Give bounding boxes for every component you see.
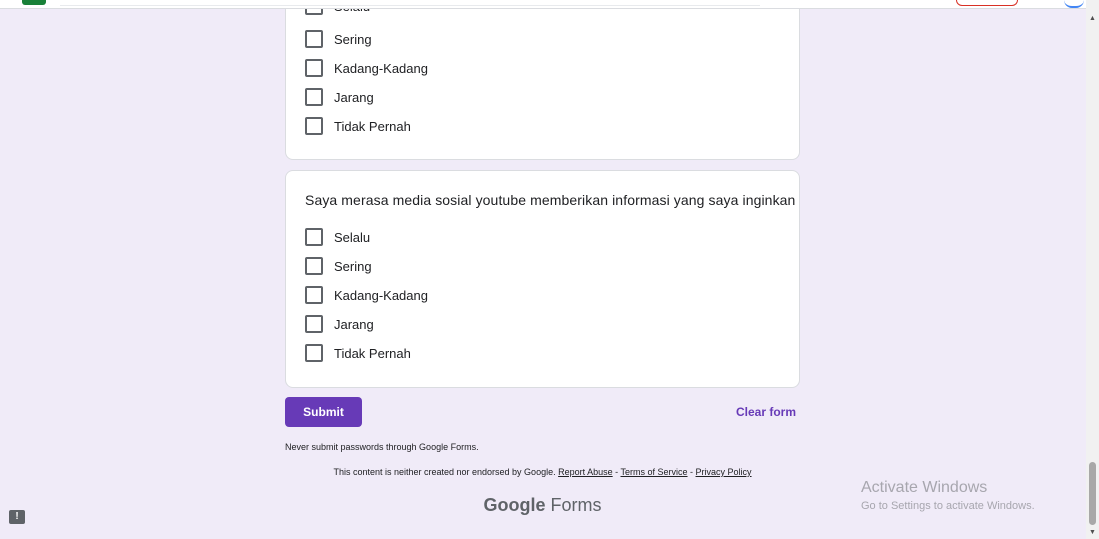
option-kadang-kadang[interactable]: Kadang-Kadang	[305, 285, 428, 305]
option-label: Sering	[334, 258, 372, 274]
disclaimer-text: This content is neither created nor endo…	[333, 467, 556, 477]
brand-forms: Forms	[550, 495, 602, 515]
checkbox[interactable]	[305, 88, 323, 106]
option-label: Kadang-Kadang	[334, 60, 428, 76]
checkbox[interactable]	[305, 117, 323, 135]
option-label: Tidak Pernah	[334, 118, 411, 134]
option-label: Tidak Pernah	[334, 345, 411, 361]
activate-windows-title: Activate Windows	[861, 479, 988, 496]
option-selalu[interactable]: Selalu	[305, 227, 370, 247]
submit-button[interactable]: Submit	[285, 397, 362, 427]
toolbar-button-edge[interactable]	[956, 0, 1018, 6]
arrow-up-icon[interactable]: ▲	[1086, 12, 1099, 25]
option-jarang[interactable]: Jarang	[305, 314, 374, 334]
password-warning: Never submit passwords through Google Fo…	[285, 442, 479, 452]
option-label: Kadang-Kadang	[334, 287, 428, 303]
report-abuse-link[interactable]: Report Abuse	[558, 467, 613, 477]
option-tidak-pernah[interactable]: Tidak Pernah	[305, 343, 411, 363]
option-label: Selalu	[334, 229, 371, 245]
clear-form-button[interactable]: Clear form	[736, 405, 796, 419]
option-label: Sering	[334, 31, 372, 47]
option-jarang[interactable]: Jarang	[305, 87, 374, 107]
question-card-1: Selalu Sering Kadang-Kadang Jarang Tidak…	[285, 0, 800, 160]
top-toolbar-edge	[0, 0, 1086, 9]
checkbox[interactable]	[305, 286, 323, 304]
terms-of-service-link[interactable]: Terms of Service	[621, 467, 688, 477]
option-kadang-kadang[interactable]: Kadang-Kadang	[305, 58, 428, 78]
scrollbar[interactable]: ▲ ▼	[1086, 0, 1099, 539]
feedback-icon[interactable]: !	[9, 510, 25, 524]
option-label: Jarang	[334, 316, 374, 332]
checkbox[interactable]	[305, 315, 323, 333]
activate-windows-subtitle: Go to Settings to activate Windows.	[861, 500, 1035, 512]
google-forms-logo[interactable]: Google Forms	[285, 495, 800, 516]
checkbox[interactable]	[305, 59, 323, 77]
checkbox[interactable]	[305, 257, 323, 275]
checkbox[interactable]	[305, 30, 323, 48]
separator: -	[687, 467, 696, 477]
checkbox[interactable]	[305, 228, 323, 246]
separator: -	[612, 467, 621, 477]
arrow-down-icon[interactable]: ▼	[1086, 526, 1099, 539]
disclaimer: This content is neither created nor endo…	[285, 467, 800, 477]
brand-google: Google	[483, 495, 546, 515]
toolbar-divider	[60, 5, 760, 6]
option-sering[interactable]: Sering	[305, 29, 372, 49]
option-tidak-pernah[interactable]: Tidak Pernah	[305, 116, 411, 136]
question-title: Saya merasa media sosial youtube memberi…	[305, 192, 796, 208]
option-sering[interactable]: Sering	[305, 256, 372, 276]
checkbox[interactable]	[305, 344, 323, 362]
question-card-2: Saya merasa media sosial youtube memberi…	[285, 170, 800, 388]
privacy-policy-link[interactable]: Privacy Policy	[696, 467, 752, 477]
option-label: Jarang	[334, 89, 374, 105]
forms-logo-icon	[22, 0, 46, 5]
avatar[interactable]	[1064, 0, 1084, 8]
scrollbar-thumb[interactable]	[1089, 462, 1096, 525]
